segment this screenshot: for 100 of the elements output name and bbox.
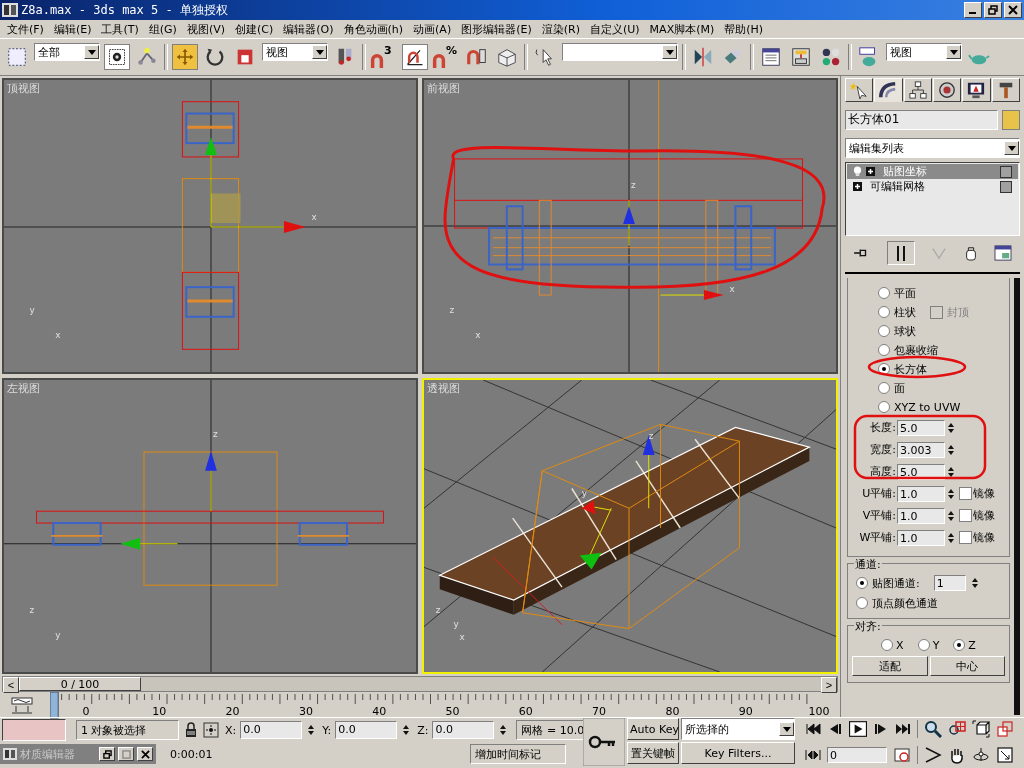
angle-snap-icon[interactable] <box>402 44 428 70</box>
restore-button[interactable] <box>984 2 1002 18</box>
radio-button[interactable] <box>917 639 930 651</box>
panel-button[interactable]: 中心 <box>929 656 1005 676</box>
radio-label[interactable]: 包裹收缩 <box>894 342 938 358</box>
coordinate-field[interactable]: 0.0 <box>335 721 398 739</box>
menu-item[interactable]: 编辑器(O) <box>278 21 339 37</box>
percent-snap-toggle[interactable]: % <box>432 44 460 70</box>
menu-item[interactable]: MAX脚本(M) <box>644 21 720 37</box>
frame-ruler[interactable] <box>50 692 810 720</box>
radio-button[interactable] <box>953 639 966 651</box>
configure-sets-icon[interactable] <box>994 245 1013 261</box>
key-mode-toggle-icon[interactable] <box>805 749 821 761</box>
expand-icon[interactable] <box>866 167 875 176</box>
viewport[interactable]: 透视图 z y z x y <box>422 378 838 674</box>
restore-button[interactable] <box>99 747 115 761</box>
caret-icon[interactable] <box>87 49 96 55</box>
coordinate-field[interactable]: 0.0 <box>240 721 303 739</box>
zoom-extents-all-icon[interactable] <box>996 720 1014 738</box>
pan-hand-icon[interactable] <box>948 746 966 764</box>
curve-editor-icon[interactable] <box>10 696 34 716</box>
magnet-icon[interactable] <box>370 52 384 70</box>
named-selection-dropdown[interactable] <box>562 43 678 61</box>
motion-tab[interactable] <box>933 78 962 102</box>
radio-label[interactable]: 面 <box>894 380 905 396</box>
radio-label[interactable]: 长方体 <box>894 361 927 377</box>
magnet-icon[interactable] <box>432 52 446 70</box>
wand-icon[interactable] <box>850 81 869 99</box>
zoom-extents-icon[interactable] <box>972 720 990 738</box>
radio-button[interactable] <box>856 577 868 589</box>
stack-item[interactable]: 可编辑网格 <box>847 179 1018 194</box>
radio-button[interactable] <box>878 306 890 318</box>
time-configuration-icon[interactable] <box>893 746 911 764</box>
key-filters-button[interactable]: Key Filters... <box>681 742 795 764</box>
menu-item[interactable]: 自定义(U) <box>584 21 645 37</box>
spinner-field[interactable]: 1.0 <box>897 485 945 502</box>
coordinate-field[interactable]: 0.0 <box>432 721 495 739</box>
radio-button[interactable] <box>881 639 894 651</box>
radio-label[interactable]: Y <box>932 638 940 652</box>
caret-icon[interactable] <box>782 726 791 732</box>
close-button[interactable] <box>1004 2 1022 18</box>
set-key-button[interactable]: 置关键帧 <box>627 742 679 764</box>
spinner-field[interactable]: 3.003 <box>897 441 945 458</box>
menu-item[interactable]: 帮助(H) <box>719 21 769 37</box>
menu-item[interactable]: 渲染(R) <box>536 21 585 37</box>
menu-item[interactable]: 视图(V) <box>181 21 230 37</box>
selection-filter-dropdown[interactable]: 全部 <box>34 43 100 61</box>
utilities-tab[interactable] <box>991 78 1020 102</box>
go-to-end-icon[interactable] <box>895 723 911 735</box>
radio-label[interactable]: 球状 <box>894 323 916 339</box>
menu-item[interactable]: 动画(A) <box>408 21 457 37</box>
radio-label[interactable]: 柱状 <box>894 304 916 320</box>
checkbox[interactable] <box>959 509 972 522</box>
maximize-viewport-icon[interactable] <box>996 746 1014 764</box>
play-icon[interactable] <box>849 721 867 737</box>
time-slider[interactable]: < 0 / 100 > <box>2 676 838 692</box>
hierarchy-icon[interactable] <box>908 81 927 99</box>
spinner-field[interactable]: 5.0 <box>897 419 945 436</box>
maximize-button[interactable] <box>118 747 134 761</box>
curve-icon[interactable] <box>879 81 898 99</box>
next-frame-button[interactable]: > <box>821 677 837 693</box>
caret-icon[interactable] <box>949 49 958 55</box>
reference-coordinate-dropdown[interactable]: 视图 <box>262 43 328 61</box>
menu-item[interactable]: 编辑(E) <box>48 21 97 37</box>
radio-label[interactable]: XYZ to UVW <box>894 400 961 414</box>
hierarchy-tab[interactable] <box>903 78 932 102</box>
menu-item[interactable]: 文件(F) <box>2 21 49 37</box>
display-tab[interactable] <box>962 78 991 102</box>
arc-rotate-icon[interactable] <box>972 746 990 764</box>
radio-label[interactable]: 贴图通道: <box>872 575 920 591</box>
object-color-swatch[interactable] <box>1002 110 1020 130</box>
radio-button[interactable] <box>878 401 890 413</box>
create-tab[interactable] <box>845 78 874 102</box>
radio-button[interactable] <box>878 382 890 394</box>
zoom-icon[interactable] <box>924 720 942 738</box>
close-button[interactable] <box>137 747 153 761</box>
field-of-view-icon[interactable] <box>924 746 942 764</box>
checkbox-label[interactable]: 镜像 <box>973 486 995 501</box>
set-key-icon[interactable] <box>583 718 625 766</box>
modify-tab[interactable] <box>874 78 903 102</box>
zoom-all-icon[interactable] <box>948 720 966 738</box>
panel-button[interactable]: 适配 <box>852 656 928 676</box>
radio-label[interactable]: 平面 <box>894 285 916 301</box>
menu-item[interactable]: 组(G) <box>143 21 182 37</box>
render-type-dropdown[interactable]: 视图 <box>886 43 962 61</box>
lock-icon[interactable] <box>183 722 199 738</box>
menu-item[interactable]: 工具(T) <box>96 21 144 37</box>
spinner-field[interactable]: 1 <box>933 575 966 591</box>
object-name-field[interactable]: 长方体01 <box>845 110 998 130</box>
menu-item[interactable]: 图形编辑器(E) <box>456 21 537 37</box>
menu-item[interactable]: 角色动画(h) <box>338 21 409 37</box>
spinner-field[interactable]: 1.0 <box>897 529 945 546</box>
add-time-tag[interactable]: 增加时间标记 <box>470 744 566 764</box>
close-icon[interactable] <box>1008 5 1018 15</box>
modifier-list-dropdown[interactable]: 编辑集列表 <box>845 138 1020 158</box>
current-frame-field[interactable]: 0 <box>827 747 887 763</box>
minimize-button[interactable] <box>964 2 982 18</box>
scrollbar[interactable] <box>1014 278 1020 715</box>
previous-frame-button[interactable]: < <box>3 677 19 693</box>
caret-icon[interactable] <box>315 49 324 55</box>
